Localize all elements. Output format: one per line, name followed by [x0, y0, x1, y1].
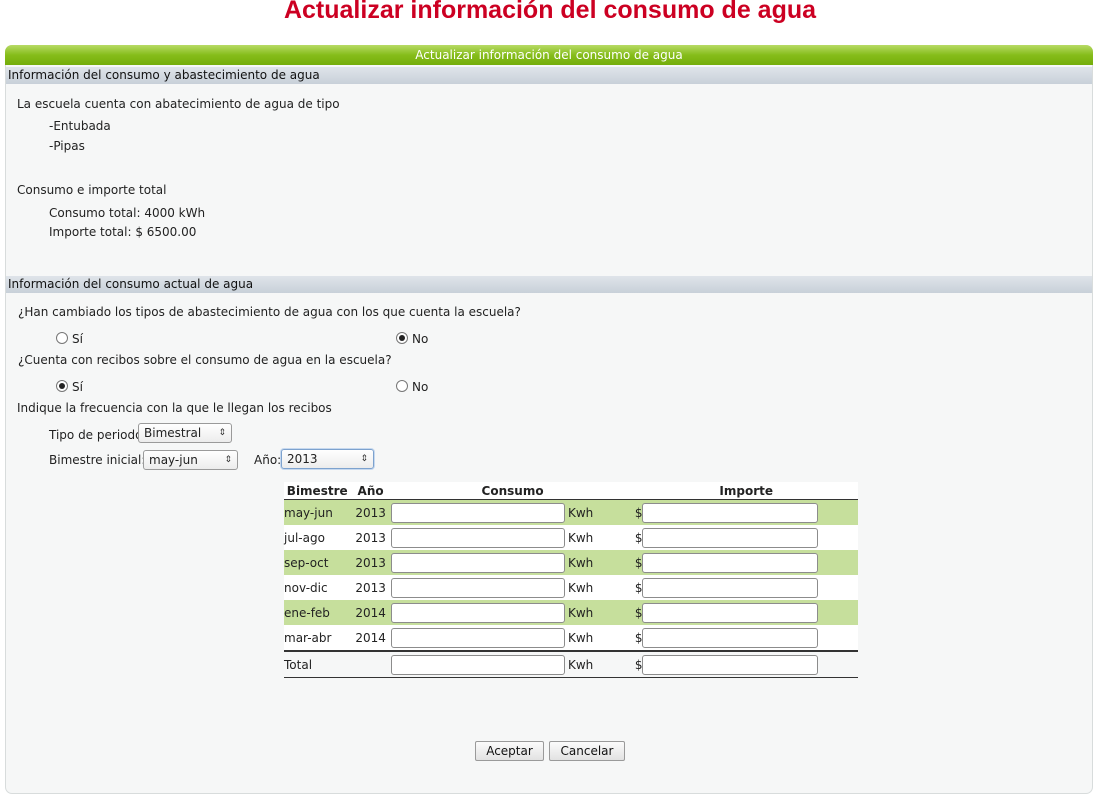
- bimestre-inicial-label: Bimestre inicial:: [49, 453, 146, 467]
- table-row: may-jun 2013 Kwh $: [284, 499, 858, 525]
- importe-input[interactable]: [642, 552, 819, 573]
- page-title: Actualizar información del consumo de ag…: [283, 0, 817, 24]
- consumo-input[interactable]: [390, 627, 565, 648]
- currency-label: $: [634, 600, 643, 625]
- table-header-row: Bimestre Año Consumo Importe: [284, 482, 858, 500]
- supply-intro: La escuela cuenta con abatecimiento de a…: [17, 97, 340, 111]
- table-row: sep-oct 2013 Kwh $: [284, 550, 858, 575]
- importe-input[interactable]: [642, 627, 819, 648]
- bimestre-inicial-select[interactable]: may-jun ⇕: [143, 450, 238, 470]
- table-row: jul-ago 2013 Kwh $: [284, 525, 858, 550]
- radio-label: Sí: [72, 380, 83, 394]
- cell-anio: 2013: [350, 499, 391, 525]
- currency-label: $: [634, 499, 643, 525]
- radio-supply-changed-yes[interactable]: Sí: [56, 332, 83, 346]
- cell-bimestre: sep-oct: [284, 550, 351, 575]
- consumo-input[interactable]: [390, 527, 565, 548]
- currency-label: $: [634, 625, 643, 651]
- col-header-anio: Año: [350, 482, 391, 500]
- table-row: ene-feb 2014 Kwh $: [284, 600, 858, 625]
- tipo-periodo-value: Bimestral: [144, 426, 202, 440]
- total-importe-input[interactable]: [642, 654, 819, 675]
- consumo-heading: Consumo e importe total: [17, 183, 167, 197]
- unit-label: Kwh: [567, 575, 635, 600]
- cell-anio: 2014: [350, 625, 391, 651]
- panel-header: Actualizar información del consumo de ag…: [5, 45, 1093, 65]
- radio-label: No: [412, 332, 429, 346]
- supply-type-item: -Pipas: [49, 139, 85, 153]
- table-total-row: Total Kwh $: [284, 650, 858, 678]
- question-supply-changed: ¿Han cambiado los tipos de abastecimient…: [18, 305, 521, 319]
- importe-input[interactable]: [642, 602, 819, 623]
- cell-anio: 2013: [350, 550, 391, 575]
- section-supply-header: Información del consumo y abastecimiento…: [6, 67, 1092, 84]
- cell-bimestre: mar-abr: [284, 625, 351, 651]
- radio-has-receipts-no[interactable]: No: [396, 380, 428, 394]
- currency-label: $: [634, 550, 643, 575]
- consumo-input[interactable]: [390, 602, 565, 623]
- supply-type-item: -Entubada: [49, 119, 111, 133]
- consumo-input[interactable]: [390, 577, 565, 598]
- consumo-input[interactable]: [390, 552, 565, 573]
- unit-label: Kwh: [567, 650, 635, 678]
- importe-total: Importe total: $ 6500.00: [49, 225, 197, 239]
- cell-anio: 2013: [350, 525, 391, 550]
- col-header-bimestre: Bimestre: [284, 482, 351, 500]
- radio-supply-changed-no[interactable]: No: [396, 332, 428, 346]
- updown-caret-icon: ⇕: [224, 455, 232, 465]
- tipo-periodo-label: Tipo de periodo: [49, 428, 143, 442]
- table-row: nov-dic 2013 Kwh $: [284, 575, 858, 600]
- radio-has-receipts-yes[interactable]: Sí: [56, 380, 83, 394]
- anio-select[interactable]: 2013 ⇕: [281, 449, 374, 469]
- unit-label: Kwh: [567, 499, 635, 525]
- accept-button[interactable]: Aceptar: [475, 741, 544, 761]
- cell-bimestre: jul-ago: [284, 525, 351, 550]
- tipo-periodo-select[interactable]: Bimestral ⇕: [138, 423, 232, 443]
- cell-anio: 2014: [350, 600, 391, 625]
- unit-label: Kwh: [567, 600, 635, 625]
- col-header-importe: Importe: [634, 482, 858, 500]
- frequency-label: Indique la frecuencia con la que le lleg…: [17, 401, 332, 415]
- unit-label: Kwh: [567, 525, 635, 550]
- cell-anio: 2013: [350, 575, 391, 600]
- unit-label: Kwh: [567, 550, 635, 575]
- cell-bimestre: nov-dic: [284, 575, 351, 600]
- radio-circle[interactable]: [56, 332, 68, 344]
- importe-input[interactable]: [642, 527, 819, 548]
- radio-label: Sí: [72, 332, 83, 346]
- anio-value: 2013: [287, 452, 318, 466]
- form-panel: Actualizar información del consumo de ag…: [5, 45, 1093, 794]
- bimestre-inicial-value: may-jun: [149, 453, 198, 467]
- radio-circle[interactable]: [396, 380, 408, 392]
- cell-bimestre: ene-feb: [284, 600, 351, 625]
- total-label: Total: [284, 650, 351, 678]
- anio-label: Año:: [254, 453, 282, 467]
- radio-label: No: [412, 380, 429, 394]
- currency-label: $: [634, 575, 643, 600]
- total-consumo-input[interactable]: [390, 654, 565, 675]
- radio-circle-selected[interactable]: [56, 380, 68, 392]
- consumption-table: Bimestre Año Consumo Importe may-jun 201…: [284, 482, 858, 678]
- table-row: mar-abr 2014 Kwh $: [284, 625, 858, 651]
- importe-input[interactable]: [642, 502, 819, 523]
- cell-bimestre: may-jun: [284, 499, 351, 525]
- unit-label: Kwh: [567, 625, 635, 651]
- updown-caret-icon: ⇕: [218, 428, 226, 438]
- section-current-header: Información del consumo actual de agua: [6, 276, 1092, 293]
- updown-caret-icon: ⇕: [360, 454, 368, 464]
- importe-input[interactable]: [642, 577, 819, 598]
- radio-circle-selected[interactable]: [396, 332, 408, 344]
- question-has-receipts: ¿Cuenta con recibos sobre el consumo de …: [18, 353, 392, 367]
- currency-label: $: [634, 650, 643, 678]
- consumo-input[interactable]: [390, 502, 565, 523]
- cancel-button[interactable]: Cancelar: [549, 741, 625, 761]
- currency-label: $: [634, 525, 643, 550]
- consumo-total: Consumo total: 4000 kWh: [49, 206, 206, 220]
- col-header-consumo: Consumo: [390, 482, 635, 500]
